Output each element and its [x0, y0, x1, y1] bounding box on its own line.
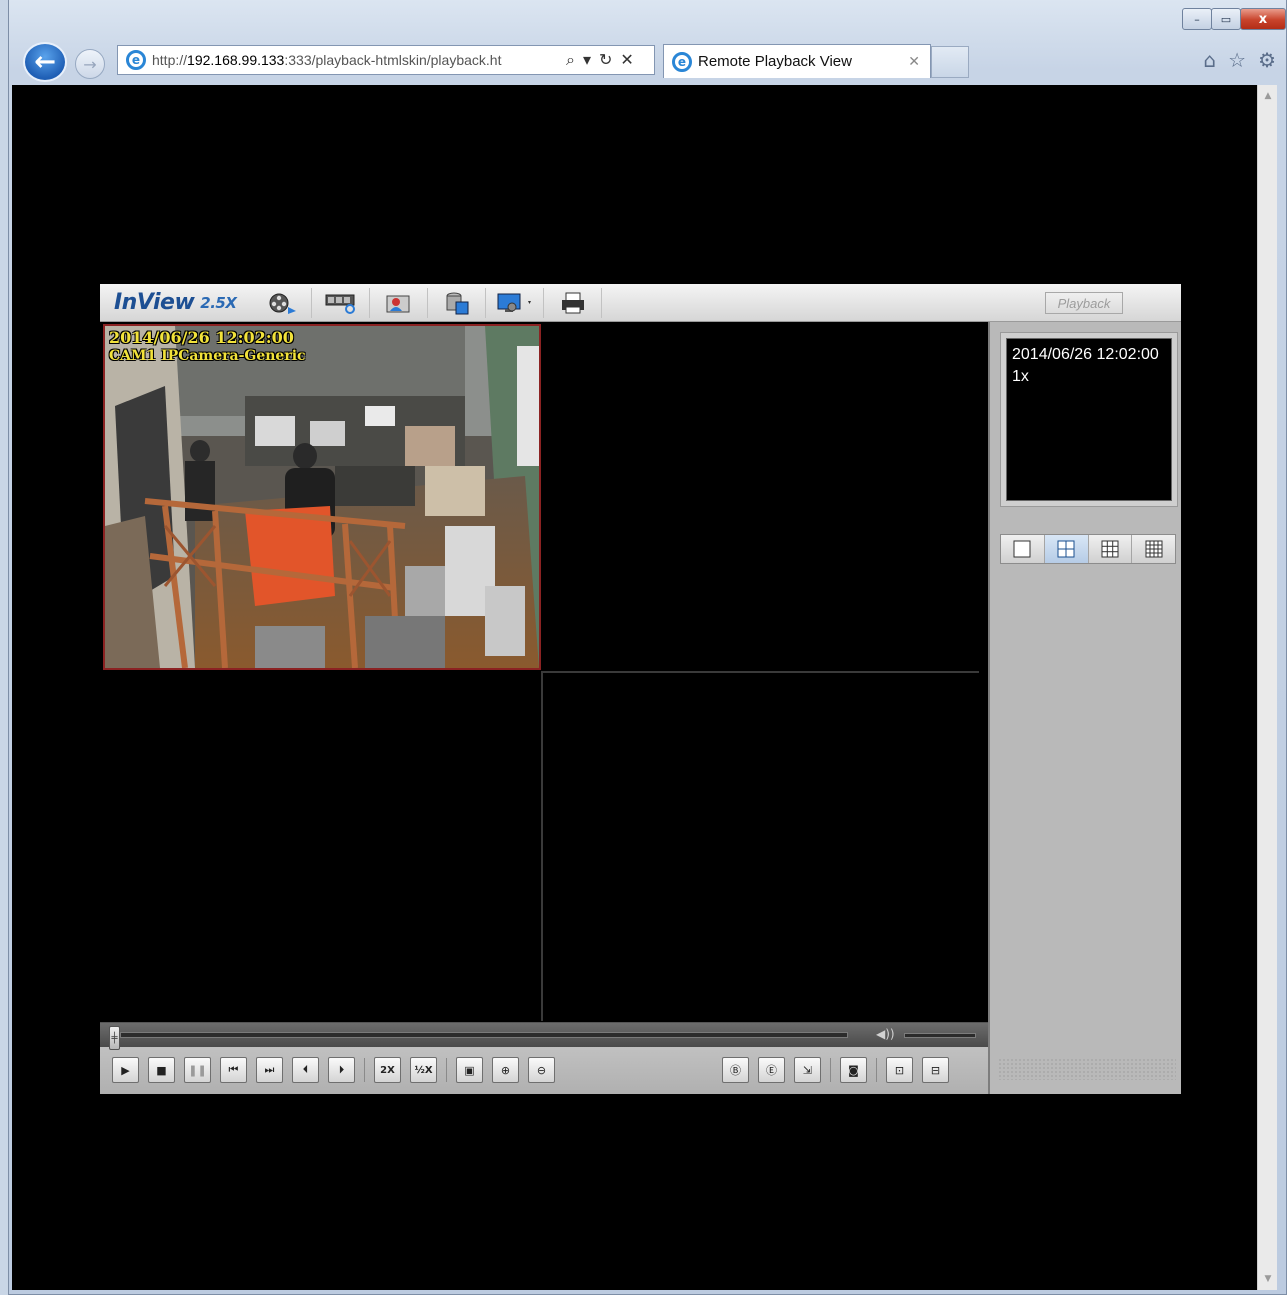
- step-back-button[interactable]: ⏴: [292, 1057, 319, 1083]
- separator: [830, 1058, 831, 1082]
- ie-logo-icon: e: [126, 50, 146, 70]
- speed-up-button[interactable]: 2X: [374, 1057, 401, 1083]
- playback-button-row: ▶ ■ ❚❚ ⏮ ⏭ ⏴ ⏵ 2X ½X ▣ ⊕ ⊖ Ⓑ Ⓔ ⇲ ◙ ⊡ ⊟: [112, 1057, 958, 1083]
- refresh-icon[interactable]: ↻: [599, 50, 612, 70]
- volume-icon[interactable]: ◀)): [876, 1027, 895, 1041]
- layout-4x4-icon[interactable]: [1132, 535, 1175, 563]
- zoom-in-button[interactable]: ⊕: [492, 1057, 519, 1083]
- volume-slider[interactable]: [904, 1033, 976, 1038]
- brand-version: 2.5X: [200, 293, 237, 312]
- speed-down-button[interactable]: ½X: [410, 1057, 437, 1083]
- print-icon[interactable]: [544, 287, 603, 318]
- playback-mode-label: Playback: [1045, 292, 1123, 314]
- zoom-out-button[interactable]: ⊖: [528, 1057, 555, 1083]
- scroll-up-icon[interactable]: ▲: [1258, 87, 1278, 105]
- seek-bar-row: ╪ ◀)): [100, 1023, 988, 1050]
- favorites-star-icon[interactable]: ☆: [1228, 48, 1246, 72]
- playback-datetime: 2014/06/26 12:02:00: [1012, 346, 1159, 363]
- layout-selector: [1000, 534, 1176, 564]
- event-tool-icon[interactable]: [370, 287, 429, 318]
- fullscreen-button[interactable]: ⊡: [886, 1057, 913, 1083]
- url-prefix: http://: [152, 52, 188, 68]
- mark-end-button[interactable]: Ⓔ: [758, 1057, 785, 1083]
- playback-speed: 1x: [1012, 368, 1029, 385]
- stop-button[interactable]: ■: [148, 1057, 175, 1083]
- play-button[interactable]: ▶: [112, 1057, 139, 1083]
- tab-remote-playback[interactable]: e Remote Playback View ✕: [663, 44, 931, 78]
- app-toolbar: InView 2.5X Playback: [100, 284, 1181, 322]
- step-forward-button[interactable]: ⏵: [328, 1057, 355, 1083]
- gear-icon[interactable]: ⚙: [1258, 48, 1276, 72]
- backup-tool-icon[interactable]: [428, 287, 487, 318]
- address-bar[interactable]: e http://192.168.99.133:333/playback-htm…: [117, 45, 655, 75]
- side-panel: 2014/06/26 12:02:00 1x: [988, 322, 1181, 1094]
- close-window-button[interactable]: x: [1240, 8, 1286, 30]
- snapshot-camera-icon[interactable]: ◙: [840, 1057, 867, 1083]
- url-text[interactable]: http://192.168.99.133:333/playback-htmls…: [152, 52, 562, 68]
- tab-close-icon[interactable]: ✕: [908, 54, 920, 70]
- export-clip-button[interactable]: ⇲: [794, 1057, 821, 1083]
- playback-info-frame: 2014/06/26 12:02:00 1x: [1000, 332, 1178, 507]
- pause-button[interactable]: ❚❚: [184, 1057, 211, 1083]
- grid-divider-vertical: [541, 671, 543, 1021]
- fit-image-button[interactable]: ▣: [456, 1057, 483, 1083]
- seek-track[interactable]: [120, 1032, 848, 1038]
- separator: [876, 1058, 877, 1082]
- panel-grip: [998, 1058, 1176, 1080]
- stop-icon[interactable]: ✕: [620, 50, 633, 70]
- video-cell-1[interactable]: 2014/06/26 12:02:00 CAM1 IPCamera-Generi…: [103, 324, 541, 670]
- video-cell-3[interactable]: [103, 673, 541, 1019]
- inview-app: InView 2.5X Playback 2014/06/26 12:02:00…: [100, 284, 1181, 1094]
- vertical-scrollbar[interactable]: ▲ ▼: [1257, 85, 1277, 1290]
- scroll-down-icon[interactable]: ▼: [1258, 1270, 1278, 1288]
- playback-tool-icon[interactable]: [254, 287, 313, 318]
- video-cell-2[interactable]: [543, 324, 979, 670]
- mark-begin-button[interactable]: Ⓑ: [722, 1057, 749, 1083]
- tab-title: Remote Playback View: [698, 53, 852, 70]
- minimize-button[interactable]: –: [1182, 8, 1212, 30]
- new-tab-button[interactable]: [931, 46, 969, 78]
- brand-logo: InView: [114, 290, 195, 315]
- forward-button[interactable]: →: [75, 49, 105, 79]
- separator: [364, 1058, 365, 1082]
- url-path: :333/playback-htmlskin/playback.ht: [284, 52, 502, 68]
- search-tool-icon[interactable]: [312, 287, 371, 318]
- seek-thumb[interactable]: ╪: [109, 1026, 120, 1050]
- osd-camera-name: CAM1 IPCamera-Generic: [109, 348, 306, 364]
- playback-controls: ╪ ◀)) ▶ ■ ❚❚ ⏮ ⏭ ⏴ ⏵ 2X ½X ▣ ⊕ ⊖ Ⓑ Ⓔ ⇲ ◙: [100, 1022, 988, 1094]
- playback-info-box: 2014/06/26 12:02:00 1x: [1006, 338, 1172, 501]
- fit-window-button[interactable]: ⊟: [922, 1057, 949, 1083]
- settings-tool-icon[interactable]: [486, 287, 545, 318]
- layout-1x1-icon[interactable]: [1001, 535, 1045, 563]
- fast-forward-button[interactable]: ⏭: [256, 1057, 283, 1083]
- video-cell-4[interactable]: [543, 673, 979, 1019]
- camera-feed-image: [105, 326, 539, 668]
- osd-datetime: 2014/06/26 12:02:00: [109, 328, 294, 347]
- layout-2x2-icon[interactable]: [1044, 535, 1089, 563]
- back-button[interactable]: ←: [23, 42, 67, 82]
- url-host: 192.168.99.133: [187, 52, 285, 68]
- window-controls: – ▭ x: [1182, 8, 1286, 34]
- dropdown-icon[interactable]: ▾: [583, 50, 591, 70]
- fast-rewind-button[interactable]: ⏮: [220, 1057, 247, 1083]
- maximize-button[interactable]: ▭: [1211, 8, 1241, 30]
- layout-3x3-icon[interactable]: [1089, 535, 1133, 563]
- camera-osd: 2014/06/26 12:02:00 CAM1 IPCamera-Generi…: [109, 328, 306, 366]
- separator: [446, 1058, 447, 1082]
- navigation-bar: ← → e http://192.168.99.133:333/playback…: [9, 40, 1286, 84]
- home-icon[interactable]: ⌂: [1203, 48, 1216, 72]
- tab-ie-icon: e: [672, 51, 692, 72]
- grid-divider-horizontal: [543, 671, 979, 673]
- video-grid: 2014/06/26 12:02:00 CAM1 IPCamera-Generi…: [100, 322, 988, 1022]
- search-icon[interactable]: ⌕: [566, 50, 575, 70]
